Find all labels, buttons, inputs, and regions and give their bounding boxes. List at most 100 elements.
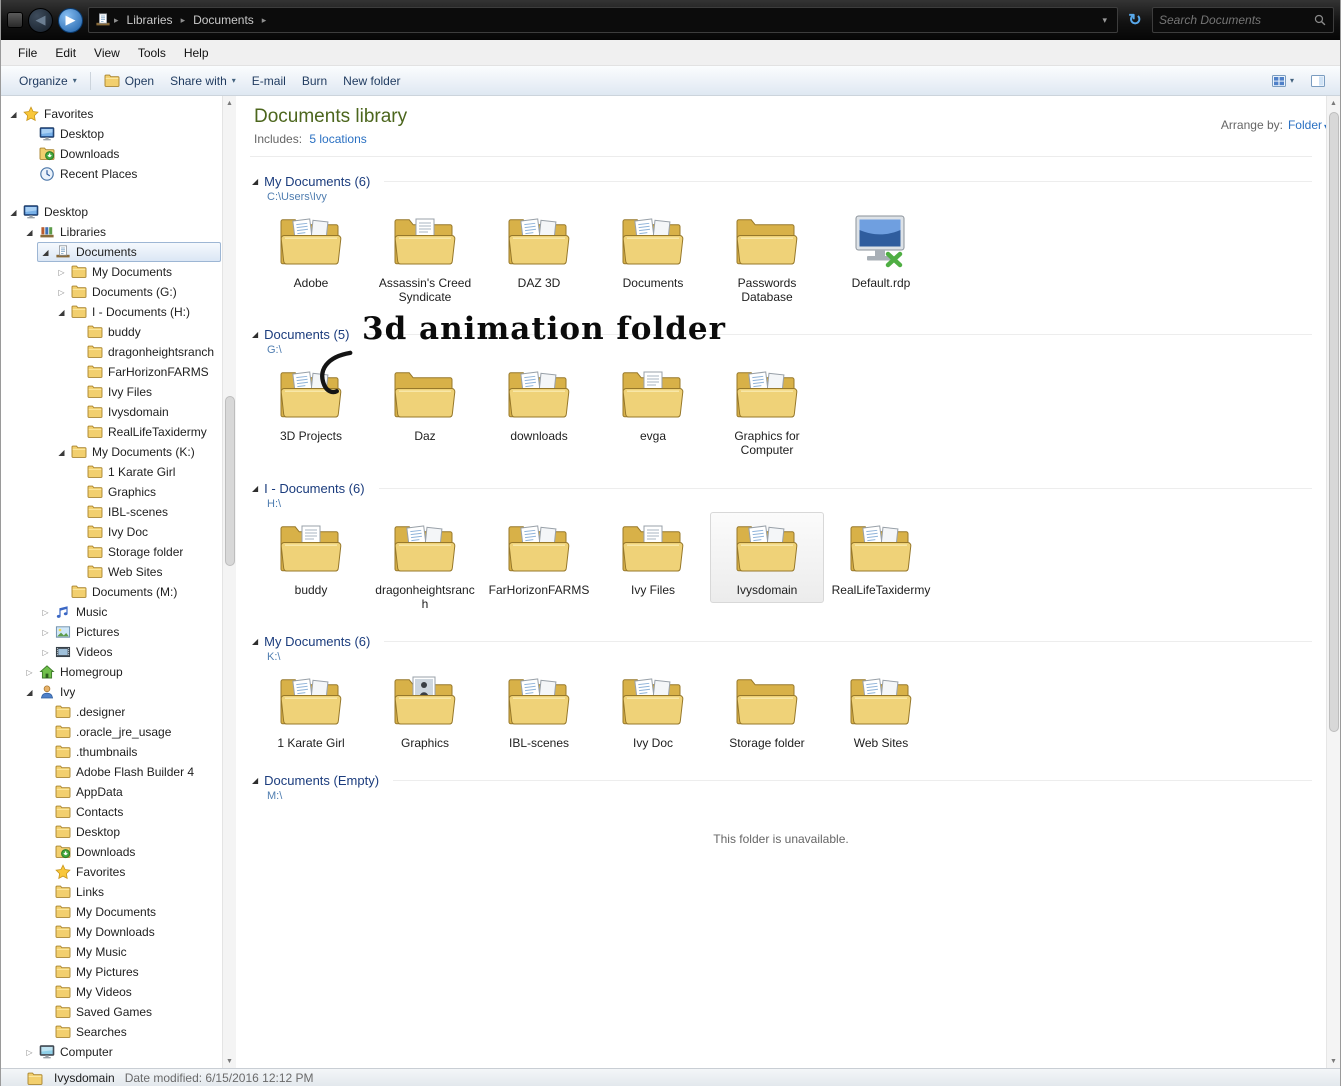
main-scrollbar[interactable]: ▲ ▼ [1326, 96, 1340, 1068]
sidebar-item-web-sites[interactable]: Web Sites [1, 562, 221, 582]
file-item-storage-folder[interactable]: Storage folder [710, 665, 824, 756]
collapsed-icon[interactable]: ▷ [40, 608, 51, 617]
group-header[interactable]: ◢ My Documents (6) [250, 634, 1312, 649]
forward-button[interactable]: ▶ [58, 7, 83, 33]
new-folder-button[interactable]: New folder [335, 70, 408, 92]
file-item-web-sites[interactable]: Web Sites [824, 665, 938, 756]
address-bar[interactable]: ▸ Libraries ▸ Documents ▸ ▾ [88, 7, 1118, 33]
email-button[interactable]: E-mail [244, 70, 294, 92]
sidebar-item-favorites[interactable]: Favorites [1, 862, 221, 882]
file-item-daz[interactable]: Daz [368, 358, 482, 449]
sidebar-item-saved-games[interactable]: Saved Games [1, 1002, 221, 1022]
file-item-farhorizonfarms[interactable]: FarHorizonFARMS [482, 512, 596, 603]
share-with-button[interactable]: Share with ▾ [162, 70, 244, 92]
file-item-downloads[interactable]: downloads [482, 358, 596, 449]
sidebar-item-desktop[interactable]: ◢ Desktop [1, 202, 221, 222]
sidebar-item-searches[interactable]: Searches [1, 1022, 221, 1042]
collapse-icon[interactable]: ◢ [252, 330, 258, 339]
refresh-button[interactable]: ↻ [1123, 8, 1147, 32]
sidebar-item-1-karate-girl[interactable]: 1 Karate Girl [1, 462, 221, 482]
menu-item-file[interactable]: File [9, 42, 46, 64]
file-item-ivy-doc[interactable]: Ivy Doc [596, 665, 710, 756]
includes-locations-link[interactable]: 5 locations [309, 132, 366, 146]
burn-button[interactable]: Burn [294, 70, 335, 92]
expanded-icon[interactable]: ◢ [24, 228, 35, 237]
file-item-graphics-for-computer[interactable]: Graphics for Computer [710, 358, 824, 463]
sidebar-item-downloads[interactable]: Downloads [1, 842, 221, 862]
system-menu-icon[interactable] [7, 12, 23, 28]
sidebar-item-ibl-scenes[interactable]: IBL-scenes [1, 502, 221, 522]
sidebar-item-my-videos[interactable]: My Videos [1, 982, 221, 1002]
preview-pane-button[interactable] [1306, 70, 1330, 92]
sidebar-item-documents[interactable]: ◢ Documents [1, 242, 221, 262]
sidebar-item-designer[interactable]: .designer [1, 702, 221, 722]
breadcrumb-item-libraries[interactable]: Libraries [120, 12, 180, 28]
file-item-daz-3d[interactable]: DAZ 3D [482, 205, 596, 296]
sidebar-item-my-documents[interactable]: ▷ My Documents [1, 262, 221, 282]
sidebar-item-reallifetaxidermy[interactable]: RealLifeTaxidermy [1, 422, 221, 442]
address-dropdown-icon[interactable]: ▾ [1098, 15, 1111, 26]
collapse-icon[interactable]: ◢ [252, 776, 258, 785]
collapsed-icon[interactable]: ▷ [56, 288, 67, 297]
sidebar-item-adobe-flash-builder-4[interactable]: Adobe Flash Builder 4 [1, 762, 221, 782]
sidebar-item-my-music[interactable]: My Music [1, 942, 221, 962]
collapse-icon[interactable]: ◢ [252, 484, 258, 493]
collapsed-icon[interactable]: ▷ [56, 268, 67, 277]
arrange-by-value[interactable]: Folder [1288, 118, 1322, 132]
main-scrollbar-thumb[interactable] [1328, 112, 1339, 732]
search-input[interactable] [1159, 13, 1309, 27]
sidebar-item-links[interactable]: Links [1, 882, 221, 902]
sidebar-item-ivy-doc[interactable]: Ivy Doc [1, 522, 221, 542]
menu-item-view[interactable]: View [85, 42, 129, 64]
sidebar-item-dragonheightsranch[interactable]: dragonheightsranch [1, 342, 221, 362]
back-button[interactable]: ◀ [28, 7, 53, 33]
breadcrumb-item-documents[interactable]: Documents [186, 12, 261, 28]
collapsed-icon[interactable]: ▷ [40, 628, 51, 637]
sidebar-scrollbar[interactable]: ▲ ▼ [222, 96, 236, 1068]
sidebar-item-my-documents[interactable]: My Documents [1, 902, 221, 922]
file-item-graphics[interactable]: Graphics [368, 665, 482, 756]
file-item-buddy[interactable]: buddy [254, 512, 368, 603]
file-item-1-karate-girl[interactable]: 1 Karate Girl [254, 665, 368, 756]
sidebar-item-downloads[interactable]: Downloads [1, 144, 221, 164]
expanded-icon[interactable]: ◢ [56, 448, 67, 457]
expanded-icon[interactable]: ◢ [24, 688, 35, 697]
expanded-icon[interactable]: ◢ [8, 208, 19, 217]
collapse-icon[interactable]: ◢ [252, 177, 258, 186]
scroll-down-icon[interactable]: ▼ [1327, 1054, 1340, 1068]
menu-item-edit[interactable]: Edit [46, 42, 85, 64]
sidebar-scrollbar-thumb[interactable] [224, 396, 235, 566]
group-header[interactable]: ◢ My Documents (6) [250, 174, 1312, 189]
sidebar-item-i-documents-h[interactable]: ◢ I - Documents (H:) [1, 302, 221, 322]
sidebar-item-contacts[interactable]: Contacts [1, 802, 221, 822]
file-item-adobe[interactable]: Adobe [254, 205, 368, 296]
sidebar-item-my-downloads[interactable]: My Downloads [1, 922, 221, 942]
sidebar-item-graphics[interactable]: Graphics [1, 482, 221, 502]
sidebar-item-music[interactable]: ▷ Music [1, 602, 221, 622]
expanded-icon[interactable]: ◢ [56, 308, 67, 317]
collapsed-icon[interactable]: ▷ [40, 648, 51, 657]
sidebar-item-documents-g[interactable]: ▷ Documents (G:) [1, 282, 221, 302]
open-button[interactable]: Open [96, 69, 162, 93]
sidebar-item-libraries[interactable]: ◢ Libraries [1, 222, 221, 242]
scroll-down-icon[interactable]: ▼ [223, 1054, 236, 1068]
file-item-default-rdp[interactable]: Default.rdp [824, 205, 938, 296]
sidebar-item-homegroup[interactable]: ▷ Homegroup [1, 662, 221, 682]
sidebar-item-computer[interactable]: ▷ Computer [1, 1042, 221, 1062]
sidebar-item-pictures[interactable]: ▷ Pictures [1, 622, 221, 642]
collapse-icon[interactable]: ◢ [252, 637, 258, 646]
file-item-ivysdomain[interactable]: Ivysdomain [710, 511, 824, 603]
organize-button[interactable]: Organize ▾ [11, 70, 85, 92]
search-icon[interactable] [1313, 13, 1327, 27]
file-item-ibl-scenes[interactable]: IBL-scenes [482, 665, 596, 756]
sidebar-item-thumbnails[interactable]: .thumbnails [1, 742, 221, 762]
sidebar-item-oracle-jre-usage[interactable]: .oracle_jre_usage [1, 722, 221, 742]
views-button[interactable]: ▾ [1267, 70, 1298, 92]
file-item-ivy-files[interactable]: Ivy Files [596, 512, 710, 603]
sidebar-item-farhorizonfarms[interactable]: FarHorizonFARMS [1, 362, 221, 382]
sidebar-item-ivy-files[interactable]: Ivy Files [1, 382, 221, 402]
sidebar-item-recent-places[interactable]: Recent Places [1, 164, 221, 184]
expanded-icon[interactable]: ◢ [40, 248, 51, 257]
sidebar-item-favorites[interactable]: ◢ Favorites [1, 104, 221, 124]
sidebar-item-buddy[interactable]: buddy [1, 322, 221, 342]
